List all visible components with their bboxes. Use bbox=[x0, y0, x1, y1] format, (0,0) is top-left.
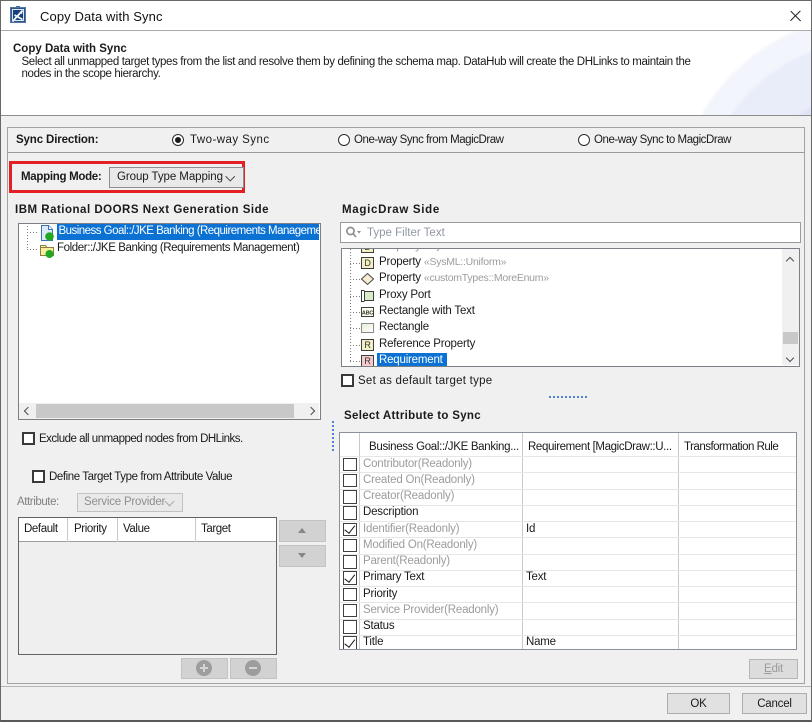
svg-text:R: R bbox=[364, 340, 371, 350]
svg-text:D: D bbox=[364, 249, 371, 252]
svg-text:ABC: ABC bbox=[362, 310, 374, 316]
svg-text:D: D bbox=[364, 258, 371, 268]
svg-text:R: R bbox=[364, 356, 371, 366]
